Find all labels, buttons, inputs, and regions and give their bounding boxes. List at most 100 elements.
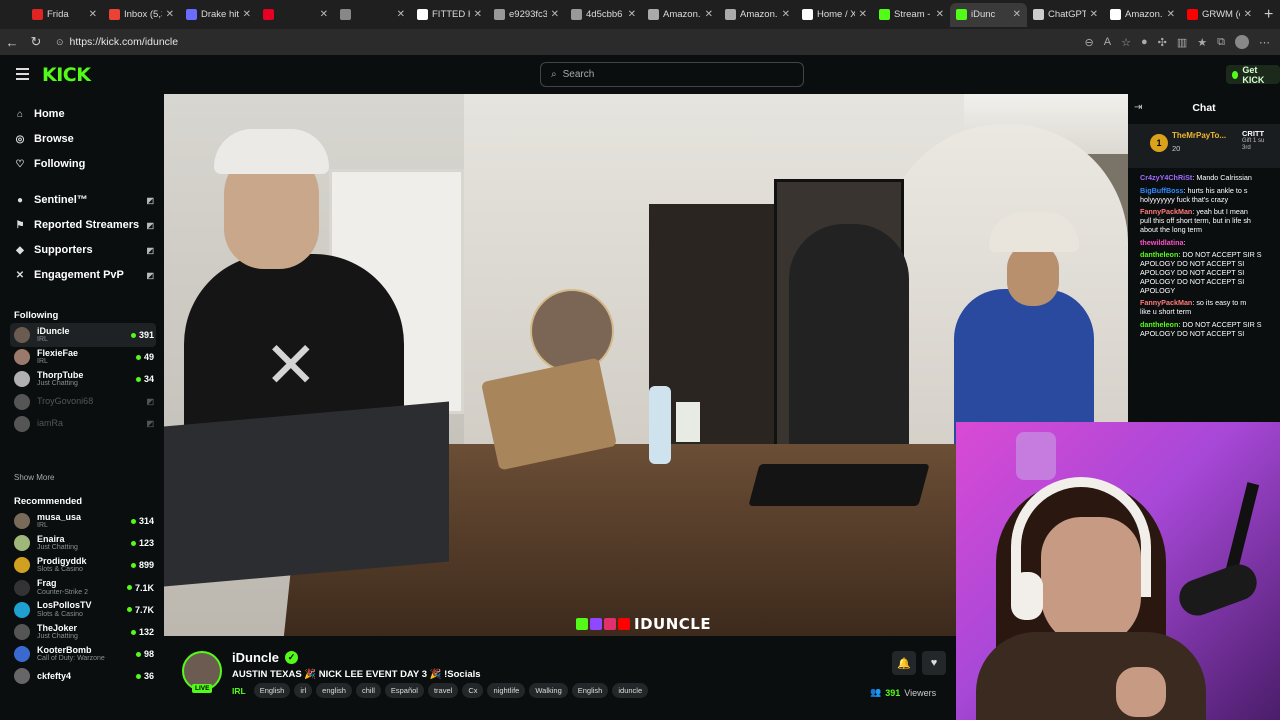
close-tab-icon[interactable]: ✕ bbox=[1244, 9, 1252, 20]
sidebar-channel-row[interactable]: Enaira Just Chatting 123 bbox=[10, 531, 156, 555]
zoom-icon[interactable]: ⊖ bbox=[1085, 36, 1094, 49]
sidebar-channel-row[interactable]: Frag Counter-Strike 2 7.1K bbox=[10, 576, 156, 600]
tag-chip[interactable]: Cx bbox=[462, 683, 484, 698]
tag-chip[interactable]: travel bbox=[427, 683, 459, 698]
sidebar-channel-row[interactable]: FlexieFae IRL 49 bbox=[10, 345, 156, 369]
more-icon[interactable]: ⋯ bbox=[1259, 36, 1270, 49]
close-tab-icon[interactable]: ✕ bbox=[397, 9, 405, 20]
chat-username[interactable]: Cr4zyY4ChRiSt bbox=[1140, 173, 1192, 182]
live-dot-icon bbox=[126, 607, 132, 613]
sidebar-item-sentinel[interactable]: ● Sentinel™ ◩ bbox=[14, 194, 154, 206]
sidebar-channel-row[interactable]: TroyGovoni68 ◩ bbox=[10, 390, 156, 414]
tag-chip[interactable]: chill bbox=[355, 683, 381, 698]
puzzle-icon[interactable]: ✣ bbox=[1158, 36, 1167, 49]
tab-favicon-icon bbox=[571, 9, 582, 20]
browser-tab[interactable]: ✕ bbox=[257, 3, 334, 27]
close-tab-icon[interactable]: ✕ bbox=[474, 9, 482, 20]
chat-username[interactable]: FannyPackMan bbox=[1140, 298, 1192, 307]
chat-username[interactable]: BigBuffBoss bbox=[1140, 186, 1184, 195]
sidebar-item-following[interactable]: ♡ Following bbox=[14, 158, 154, 170]
hamburger-menu-icon[interactable] bbox=[16, 68, 29, 80]
chat-username[interactable]: thewildlatina bbox=[1140, 238, 1184, 247]
back-icon[interactable]: ← bbox=[0, 35, 24, 50]
tag-chip[interactable]: irl bbox=[294, 683, 313, 698]
sidebar-channel-row[interactable]: ThorpTube Just Chatting 34 bbox=[10, 367, 156, 391]
close-tab-icon[interactable]: ✕ bbox=[89, 9, 97, 20]
reload-icon[interactable]: ↻ bbox=[24, 34, 48, 50]
collections-icon[interactable]: ⧉ bbox=[1217, 36, 1225, 49]
tag-chip[interactable]: English bbox=[253, 683, 291, 698]
browser-tab[interactable]: Amazon.c ✕ bbox=[642, 3, 719, 27]
extension-icon[interactable]: ● bbox=[1141, 36, 1148, 48]
sidebar-channel-row[interactable]: iamRa ◩ bbox=[10, 412, 156, 436]
sidebar-channel-row[interactable]: musa_usa IRL 314 bbox=[10, 509, 156, 533]
browser-tab[interactable]: Drake hit ✕ bbox=[180, 3, 257, 27]
close-tab-icon[interactable]: ✕ bbox=[628, 9, 636, 20]
browser-tab[interactable]: GRWM (o ✕ bbox=[1181, 3, 1258, 27]
category-link[interactable]: IRL bbox=[232, 686, 246, 696]
kick-logo[interactable]: KICK bbox=[42, 64, 91, 86]
chat-username[interactable]: dantheleon bbox=[1140, 250, 1178, 260]
chat-username[interactable]: FannyPackMan bbox=[1140, 207, 1192, 216]
follow-heart-button[interactable]: ♥ bbox=[922, 651, 946, 675]
new-tab-icon[interactable]: + bbox=[1264, 6, 1273, 24]
get-kick-button[interactable]: Get KICK bbox=[1226, 65, 1280, 85]
tab-title: GRWM (o bbox=[1202, 9, 1240, 20]
notification-bell-button[interactable]: 🔔 bbox=[892, 651, 916, 675]
close-tab-icon[interactable]: ✕ bbox=[551, 9, 559, 20]
profile-avatar[interactable] bbox=[1235, 35, 1249, 49]
sidebar-item-reported-streamers[interactable]: ⚑ Reported Streamers ◩ bbox=[14, 219, 154, 231]
favorite-star-icon[interactable]: ☆ bbox=[1121, 36, 1131, 49]
search-input[interactable]: ⌕ Search bbox=[540, 62, 804, 87]
browser-tab[interactable]: e9293fc3 ✕ bbox=[488, 3, 565, 27]
sidebar-item-home[interactable]: ⌂ Home bbox=[14, 108, 154, 120]
tag-chip[interactable]: Español bbox=[384, 683, 424, 698]
sidebar-channel-row[interactable]: TheJoker Just Chatting 132 bbox=[10, 620, 156, 644]
show-more-link[interactable]: Show More bbox=[14, 473, 54, 482]
url-text: https://kick.com/idunclе bbox=[69, 36, 179, 48]
browser-tab[interactable]: FITTED H ✕ bbox=[411, 3, 488, 27]
sidebar-item-engagement-pvp[interactable]: ✕ Engagement PvP ◩ bbox=[14, 269, 154, 281]
close-tab-icon[interactable]: ✕ bbox=[1013, 9, 1021, 20]
channel-name[interactable]: iDuncle ✓ bbox=[232, 650, 298, 665]
browser-tab[interactable]: Amazon.c ✕ bbox=[1104, 3, 1181, 27]
browser-tab[interactable]: ✕ bbox=[334, 3, 411, 27]
tag-chip[interactable]: English bbox=[571, 683, 609, 698]
close-tab-icon[interactable]: ✕ bbox=[320, 9, 328, 20]
chat-username[interactable]: dantheleon bbox=[1140, 320, 1178, 329]
browser-tab[interactable]: Frida ✕ bbox=[26, 3, 103, 27]
tag-chip[interactable]: nightlife bbox=[487, 683, 526, 698]
sidebar-channel-row[interactable]: Prodigyddk Slots & Casino 899 bbox=[10, 553, 156, 577]
browser-tab[interactable]: Amazon.c ✕ bbox=[719, 3, 796, 27]
pinned-gift-banner[interactable]: 1 TheMrPayTo... 20 CRITT Gift 1 su 3rd bbox=[1128, 124, 1280, 168]
browser-tab[interactable]: Inbox (5,3 ✕ bbox=[103, 3, 180, 27]
close-tab-icon[interactable]: ✕ bbox=[936, 9, 944, 20]
browser-tab[interactable]: 4d5cbb6 ✕ bbox=[565, 3, 642, 27]
browser-tab[interactable]: iDunc ✕ bbox=[950, 2, 1027, 27]
url-field[interactable]: ⊙ https://kick.com/idunclе bbox=[56, 32, 1085, 52]
close-tab-icon[interactable]: ✕ bbox=[243, 9, 251, 20]
tab-title: Drake hit bbox=[201, 9, 239, 20]
channel-text: TroyGovoni68 bbox=[37, 397, 146, 406]
tag-chip[interactable]: english bbox=[316, 683, 352, 698]
tag-chip[interactable]: iduncle bbox=[612, 683, 649, 698]
tag-chip[interactable]: Walking bbox=[529, 683, 568, 698]
browser-tab[interactable]: Stream - ✕ bbox=[873, 3, 950, 27]
browser-tab[interactable]: ChatGPT ✕ bbox=[1027, 3, 1104, 27]
close-tab-icon[interactable]: ✕ bbox=[859, 9, 867, 20]
close-tab-icon[interactable]: ✕ bbox=[1090, 9, 1098, 20]
sidebar-item-browse[interactable]: ◎ Browse bbox=[14, 133, 154, 145]
split-icon[interactable]: ▥ bbox=[1177, 36, 1187, 49]
favorites-icon[interactable]: ★ bbox=[1197, 36, 1207, 49]
sidebar-channel-row[interactable]: iDuncle IRL 391 bbox=[10, 323, 156, 347]
sidebar-item-supporters[interactable]: ◆ Supporters ◩ bbox=[14, 244, 154, 256]
close-tab-icon[interactable]: ✕ bbox=[705, 9, 713, 20]
close-tab-icon[interactable]: ✕ bbox=[1167, 9, 1175, 20]
sidebar-channel-row[interactable]: LosPollosTV Slots & Casino 7.7K bbox=[10, 598, 156, 622]
sidebar-channel-row[interactable]: ckfefty4 36 bbox=[10, 664, 156, 688]
browser-tab[interactable]: Home / X ✕ bbox=[796, 3, 873, 27]
close-tab-icon[interactable]: ✕ bbox=[782, 9, 790, 20]
close-tab-icon[interactable]: ✕ bbox=[166, 9, 174, 20]
read-aloud-icon[interactable]: A bbox=[1104, 36, 1111, 48]
sidebar-channel-row[interactable]: KooterBomb Call of Duty: Warzone 98 bbox=[10, 642, 156, 666]
